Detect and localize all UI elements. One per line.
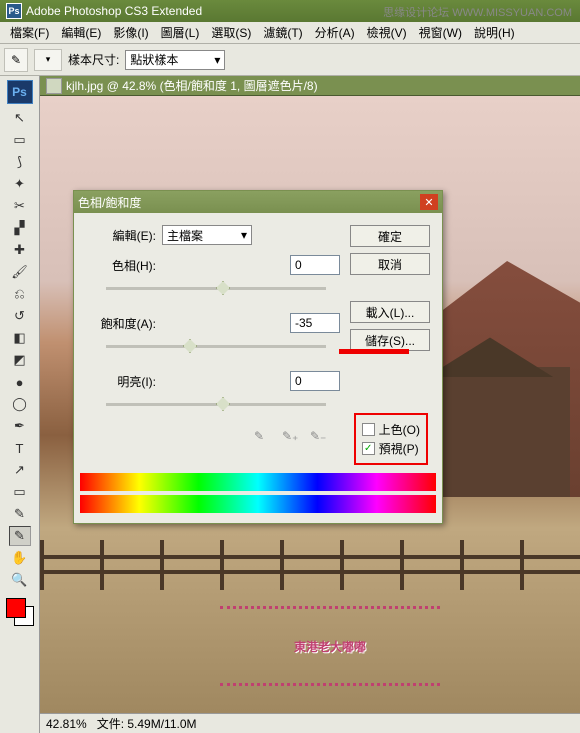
- eyedropper-group: ✎ ✎₊ ✎₋: [86, 429, 340, 449]
- load-button[interactable]: 載入(L)...: [350, 301, 430, 323]
- heal-tool[interactable]: ✚: [9, 240, 31, 260]
- document-title: kjlh.jpg @ 42.8% (色相/飽和度 1, 圖層遮色片/8): [66, 77, 318, 94]
- menu-window[interactable]: 視窗(W): [413, 22, 468, 43]
- chevron-down-icon: ▾: [241, 228, 247, 242]
- pen-tool[interactable]: ✒: [9, 416, 31, 436]
- menu-edit[interactable]: 編輯(E): [55, 22, 107, 43]
- close-icon[interactable]: ✕: [420, 194, 438, 210]
- preview-label: 預視(P): [379, 440, 419, 457]
- tools-panel: Ps ↖ ▭ ⟆ ✦ ✂ ▞ ✚ 🖌 ⎌ ↺ ◧ ◩ ● ◯ ✒ T ↗ ▭ ✎…: [0, 76, 40, 733]
- saturation-slider[interactable]: [106, 337, 326, 357]
- preview-checkbox[interactable]: ✓: [362, 442, 375, 455]
- gradient-tool[interactable]: ◩: [9, 350, 31, 370]
- crop-tool[interactable]: ✂: [9, 196, 31, 216]
- dialog-title: 色相/飽和度: [78, 194, 141, 211]
- menu-help[interactable]: 說明(H): [468, 22, 521, 43]
- eyedropper-tool[interactable]: ✎: [9, 526, 31, 546]
- foreground-color[interactable]: [6, 598, 26, 618]
- edit-select[interactable]: 主檔案▾: [162, 225, 252, 245]
- annotation-red-line: [339, 349, 409, 354]
- lightness-label: 明亮(I):: [86, 373, 156, 390]
- brush-tool[interactable]: 🖌: [9, 262, 31, 282]
- cancel-button[interactable]: 取消: [350, 253, 430, 275]
- dialog-titlebar[interactable]: 色相/飽和度 ✕: [74, 191, 442, 213]
- zoom-level[interactable]: 42.81%: [46, 717, 87, 731]
- doc-icon: [46, 78, 62, 94]
- menu-image[interactable]: 影像(I): [107, 22, 154, 43]
- stamp-tool[interactable]: ⎌: [9, 284, 31, 304]
- status-bar: 42.81% 文件: 5.49M/11.0M: [40, 713, 580, 733]
- sample-size-value: 點狀樣本: [130, 51, 178, 68]
- menu-file[interactable]: 檔案(F): [4, 22, 55, 43]
- sample-size-label: 樣本尺寸:: [68, 51, 119, 68]
- path-tool[interactable]: ↗: [9, 460, 31, 480]
- menu-select[interactable]: 選取(S): [205, 22, 257, 43]
- type-tool[interactable]: T: [9, 438, 31, 458]
- decorative-watermark: 東港老大嘟嘟: [220, 606, 440, 686]
- dodge-tool[interactable]: ◯: [9, 394, 31, 414]
- eyedropper-plus-icon[interactable]: ✎₊: [282, 429, 302, 449]
- menu-analysis[interactable]: 分析(A): [309, 22, 361, 43]
- hue-slider[interactable]: [106, 279, 326, 299]
- history-brush-tool[interactable]: ↺: [9, 306, 31, 326]
- spectrum-bar-top: [80, 473, 436, 491]
- hand-tool[interactable]: ✋: [9, 548, 31, 568]
- colorize-checkbox[interactable]: [362, 423, 375, 436]
- ps-logo-icon[interactable]: Ps: [7, 80, 33, 104]
- color-swatches[interactable]: [6, 598, 34, 626]
- blur-tool[interactable]: ●: [9, 372, 31, 392]
- menu-view[interactable]: 檢視(V): [361, 22, 413, 43]
- edit-label: 編輯(E):: [86, 227, 156, 244]
- marquee-tool[interactable]: ▭: [9, 130, 31, 150]
- file-info: 文件: 5.49M/11.0M: [97, 715, 197, 732]
- eraser-tool[interactable]: ◧: [9, 328, 31, 348]
- saturation-input[interactable]: [290, 313, 340, 333]
- lightness-slider[interactable]: [106, 395, 326, 415]
- eyedropper-minus-icon[interactable]: ✎₋: [310, 429, 330, 449]
- chevron-down-icon: ▾: [214, 53, 220, 67]
- save-button[interactable]: 儲存(S)...: [350, 329, 430, 351]
- app-logo-icon: Ps: [6, 3, 22, 19]
- lightness-input[interactable]: [290, 371, 340, 391]
- menu-filter[interactable]: 濾鏡(T): [257, 22, 308, 43]
- tool-preset-dropdown[interactable]: ▾: [34, 49, 62, 71]
- sample-size-select[interactable]: 點狀樣本 ▾: [125, 50, 225, 70]
- hue-input[interactable]: [290, 255, 340, 275]
- hue-saturation-dialog: 色相/飽和度 ✕ 編輯(E): 主檔案▾ 色相(H): 飽和度(A): 明亮(: [73, 190, 443, 524]
- shape-tool[interactable]: ▭: [9, 482, 31, 502]
- slice-tool[interactable]: ▞: [9, 218, 31, 238]
- watermark-text: 思缘设计论坛 WWW.MISSYUAN.COM: [383, 4, 572, 20]
- ok-button[interactable]: 確定: [350, 225, 430, 247]
- image-content-fence: [40, 540, 580, 590]
- colorize-label: 上色(O): [379, 421, 420, 438]
- notes-tool[interactable]: ✎: [9, 504, 31, 524]
- eyedropper-icon[interactable]: ✎: [4, 48, 28, 72]
- move-tool[interactable]: ↖: [9, 108, 31, 128]
- saturation-label: 飽和度(A):: [86, 315, 156, 332]
- app-title: Adobe Photoshop CS3 Extended: [26, 4, 202, 18]
- document-tab[interactable]: kjlh.jpg @ 42.8% (色相/飽和度 1, 圖層遮色片/8): [40, 76, 580, 96]
- wand-tool[interactable]: ✦: [9, 174, 31, 194]
- menu-layer[interactable]: 圖層(L): [155, 22, 206, 43]
- zoom-tool[interactable]: 🔍: [9, 570, 31, 590]
- options-bar: ✎ ▾ 樣本尺寸: 點狀樣本 ▾: [0, 44, 580, 76]
- menubar: 檔案(F) 編輯(E) 影像(I) 圖層(L) 選取(S) 濾鏡(T) 分析(A…: [0, 22, 580, 44]
- dialog-controls: 編輯(E): 主檔案▾ 色相(H): 飽和度(A): 明亮(I):: [86, 225, 340, 457]
- spectrum-bar-bottom: [80, 495, 436, 513]
- eyedropper-icon[interactable]: ✎: [254, 429, 274, 449]
- checkbox-group-highlight: 上色(O) ✓ 預視(P): [354, 413, 428, 465]
- hue-label: 色相(H):: [86, 257, 156, 274]
- lasso-tool[interactable]: ⟆: [9, 152, 31, 172]
